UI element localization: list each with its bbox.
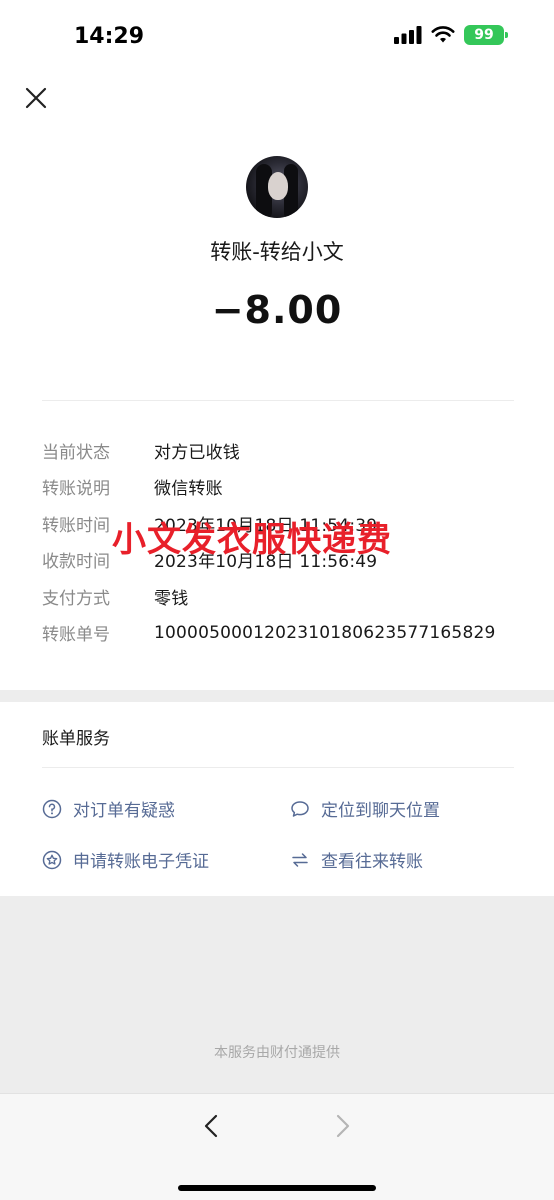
service-item-label: 对订单有疑惑 [73,801,175,821]
detail-value: 微信转账 [154,479,223,500]
battery-level: 99 [474,27,494,43]
forward-button[interactable] [328,1112,356,1140]
detail-value: 对方已收钱 [154,442,240,463]
transfer-arrows-icon [290,850,310,870]
provider-text: 本服务由财付通提供 [214,1045,340,1061]
service-title: 账单服务 [42,729,110,749]
transfer-amount: −8.00 [211,288,343,332]
detail-row-transfer-time: 转账时间 2023年10月18日 11:54:39 [42,505,522,542]
apply-voucher-link[interactable]: 申请转账电子凭证 [42,847,209,872]
chevron-right-icon [336,1114,350,1138]
detail-row-transfer-number: 转账单号 1000050001202310180623577165829 [42,615,522,652]
detail-value: 1000050001202310180623577165829 [154,622,496,643]
divider [42,400,514,401]
detail-label: 转账单号 [42,625,110,646]
order-question-link[interactable]: 对订单有疑惑 [42,796,175,821]
bill-service-card: 账单服务 对订单有疑惑 定位到聊天位置 申请转账电子凭证 查看往来转账 [0,702,554,896]
service-item-label: 申请转账电子凭证 [73,852,209,872]
status-icons: 99 [394,25,508,45]
wifi-icon [431,26,455,43]
home-indicator [178,1185,376,1191]
detail-value: 2023年10月18日 11:56:49 [154,552,378,573]
detail-label: 当前状态 [42,442,110,463]
service-item-label: 定位到聊天位置 [321,801,440,821]
detail-row-payment-method: 支付方式 零钱 [42,578,522,615]
detail-label: 转账时间 [42,515,110,536]
service-item-label: 查看往来转账 [321,852,423,872]
view-transfers-link[interactable]: 查看往来转账 [290,847,423,872]
detail-row-description: 转账说明 微信转账 [42,469,522,506]
close-icon [25,87,47,109]
status-time: 14:29 [74,24,145,49]
star-badge-icon [42,850,62,870]
back-button[interactable] [198,1112,226,1140]
bottom-navigation-bar [0,1093,554,1200]
detail-label: 收款时间 [42,552,110,573]
detail-row-receive-time: 收款时间 2023年10月18日 11:56:49 [42,542,522,579]
detail-list: 当前状态 对方已收钱 转账说明 微信转账 转账时间 2023年10月18日 11… [42,432,522,651]
question-circle-icon [42,799,62,819]
locate-chat-link[interactable]: 定位到聊天位置 [290,796,440,821]
detail-value: 零钱 [154,588,189,609]
avatar[interactable] [246,156,308,218]
chevron-left-icon [204,1114,218,1138]
transfer-detail-card: 转账-转给小文 −8.00 当前状态 对方已收钱 转账说明 微信转账 转账时间 … [0,66,554,690]
chat-bubble-icon [290,799,310,819]
close-button[interactable] [22,84,50,112]
detail-label: 支付方式 [42,588,110,609]
status-bar: 14:29 99 [0,0,554,66]
detail-value: 2023年10月18日 11:54:39 [154,515,378,536]
signal-icon [394,26,422,44]
divider [42,767,514,768]
battery-icon: 99 [464,25,508,45]
transfer-title: 转账-转给小文 [210,240,344,264]
detail-label: 转账说明 [42,479,110,500]
detail-row-status: 当前状态 对方已收钱 [42,432,522,469]
